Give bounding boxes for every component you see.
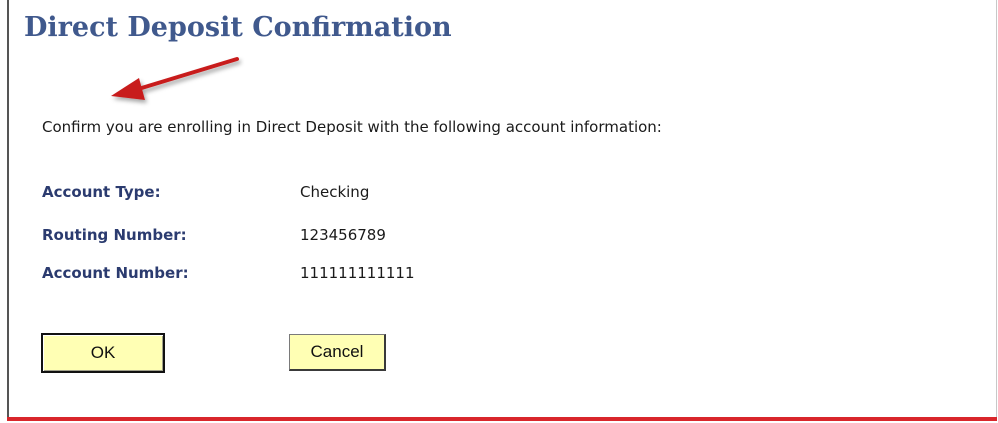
instruction-text: Confirm you are enrolling in Direct Depo… <box>42 118 662 136</box>
account-type-value: Checking <box>300 183 370 201</box>
routing-number-label: Routing Number: <box>42 226 187 244</box>
account-type-label: Account Type: <box>42 183 161 201</box>
page-title: Direct Deposit Confirmation <box>24 12 452 43</box>
account-number-value: 111111111111 <box>300 264 415 282</box>
red-arrow-icon <box>111 57 239 100</box>
bottom-divider <box>7 417 997 421</box>
account-number-label: Account Number: <box>42 264 189 282</box>
ok-button[interactable]: OK <box>41 333 165 373</box>
cancel-button[interactable]: Cancel <box>289 334 386 371</box>
routing-number-value: 123456789 <box>300 226 386 244</box>
